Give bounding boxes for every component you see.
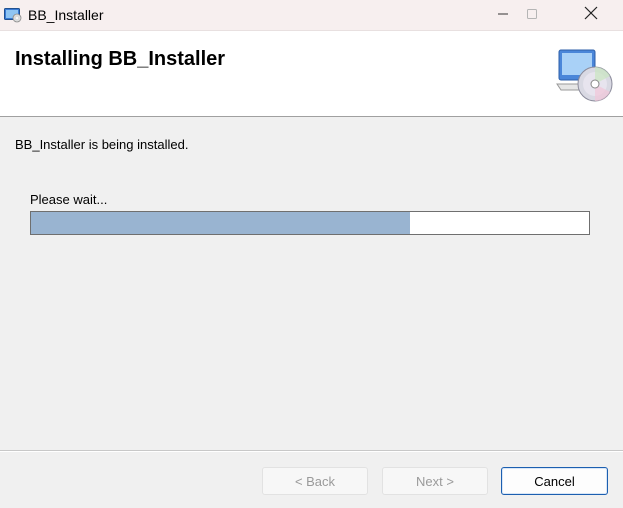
close-icon (584, 6, 598, 25)
page-title: Installing BB_Installer (15, 48, 226, 70)
progress-bar (30, 211, 590, 235)
maximize-icon (526, 7, 538, 25)
title-bar[interactable]: BB_Installer (0, 0, 623, 31)
progress-bar-fill (31, 212, 411, 234)
installer-app-icon (4, 7, 22, 23)
close-button[interactable] (562, 0, 620, 31)
cancel-button[interactable]: Cancel (501, 467, 608, 495)
header-banner: Installing BB_Installer (0, 31, 623, 117)
window-title: BB_Installer (28, 7, 104, 23)
back-button[interactable]: < Back (262, 467, 368, 495)
next-button[interactable]: Next > (382, 467, 488, 495)
wait-label: Please wait... (30, 192, 108, 207)
computer-disc-icon (555, 48, 615, 102)
install-status-text: BB_Installer is being installed. (15, 137, 189, 152)
footer-divider (0, 450, 623, 452)
maximize-button[interactable] (503, 0, 561, 31)
